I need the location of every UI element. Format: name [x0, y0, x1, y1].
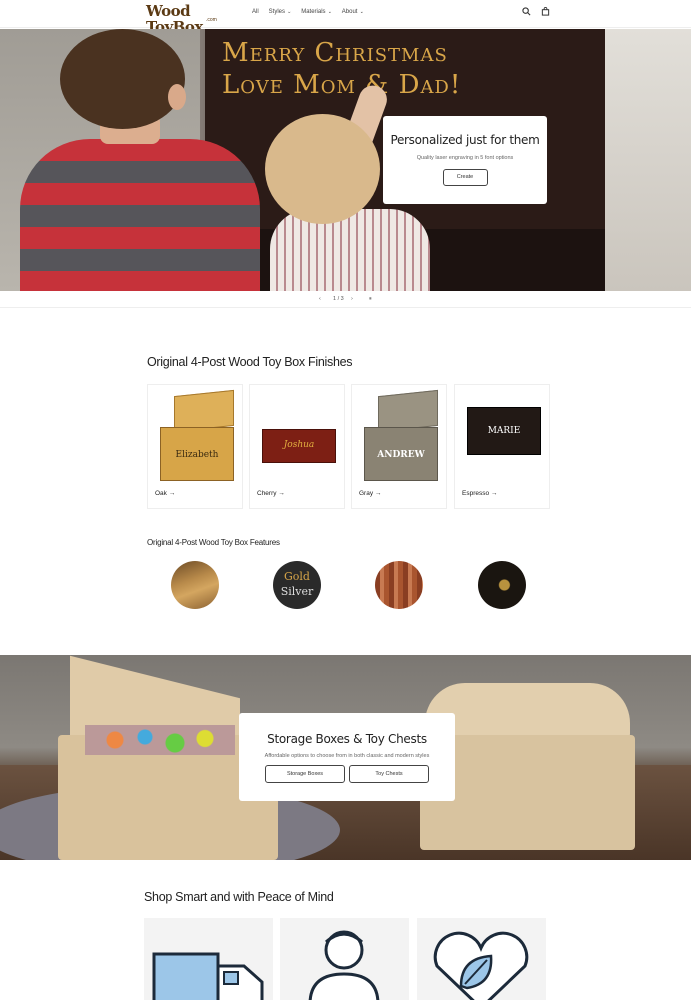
product-card-espresso[interactable]: MARIE Espresso → — [454, 384, 550, 509]
cart-icon[interactable] — [541, 7, 550, 16]
pause-button[interactable]: ⏸ — [369, 296, 372, 303]
site-logo[interactable]: Wood ToyBox .com — [146, 3, 238, 35]
toy-chests-button[interactable]: Toy Chests — [349, 765, 429, 783]
hero-title: Personalized just for them — [390, 133, 540, 147]
product-label[interactable]: Espresso → — [462, 490, 497, 497]
product-card-cherry[interactable]: Joshua Cherry → — [249, 384, 345, 509]
feature-hinge-image — [478, 561, 526, 609]
slideshow-controls: ‹ 1 / 3 › ⏸ — [0, 292, 691, 308]
menu-item-all[interactable]: All — [252, 9, 259, 15]
toy-box-image: Elizabeth — [156, 389, 236, 481]
product-label[interactable]: Gray → — [359, 490, 381, 497]
slide-counter: 1 / 3 — [333, 296, 344, 302]
logo-suffix: .com — [206, 17, 217, 23]
truck-icon — [152, 952, 264, 1000]
person-icon — [308, 930, 380, 1000]
product-card-oak[interactable]: Elizabeth Oak → — [147, 384, 243, 509]
prev-slide-button[interactable]: ‹ — [319, 296, 321, 302]
eco-tile — [417, 918, 546, 1000]
shop-smart-heading: Shop Smart and with Peace of Mind — [144, 890, 334, 904]
feature-wood-corner-image — [171, 561, 219, 609]
feature-cedar-wood-image — [375, 561, 423, 609]
chevron-down-icon: ⌄ — [287, 9, 292, 15]
header-icons — [522, 7, 550, 16]
feature-gold-silver-image: Gold Silver — [273, 561, 321, 609]
menu-item-about[interactable]: About ⌄ — [342, 9, 364, 15]
create-button[interactable]: Create — [442, 169, 488, 186]
storage-card: Storage Boxes & Toy Chests Affordable op… — [239, 713, 455, 801]
support-tile — [280, 918, 409, 1000]
toy-box-image: MARIE — [463, 407, 543, 465]
search-icon[interactable] — [522, 7, 531, 16]
finishes-heading: Original 4-Post Wood Toy Box Finishes — [147, 355, 353, 369]
hero-banner: Merry Christmas Love Mom & Dad! — [0, 29, 691, 291]
child-figure — [20, 29, 260, 291]
chevron-down-icon: ⌄ — [327, 9, 332, 15]
chevron-down-icon: ⌄ — [359, 9, 364, 15]
toy-box-image: ANDREW — [360, 389, 440, 481]
main-menu: All Styles ⌄ Materials ⌄ About ⌄ — [252, 9, 364, 15]
shipping-tile — [144, 918, 273, 1000]
heart-leaf-icon — [433, 931, 529, 1000]
hero-subtitle: Quality laser engraving in 5 font option… — [416, 155, 514, 161]
storage-boxes-button[interactable]: Storage Boxes — [265, 765, 345, 783]
product-label[interactable]: Cherry → — [257, 490, 285, 497]
storage-title: Storage Boxes & Toy Chests — [267, 732, 427, 746]
product-card-gray[interactable]: ANDREW Gray → — [351, 384, 447, 509]
menu-item-materials[interactable]: Materials ⌄ — [301, 9, 332, 15]
top-nav: Wood ToyBox .com All Styles ⌄ Materials ⌄ … — [0, 0, 691, 35]
next-slide-button[interactable]: › — [351, 296, 353, 302]
features-heading: Original 4-Post Wood Toy Box Features — [147, 538, 280, 547]
hero-card: Personalized just for them Quality laser… — [383, 116, 547, 204]
toy-box-image: Joshua — [258, 407, 338, 465]
storage-subtitle: Affordable options to choose from in bot… — [264, 753, 430, 759]
product-label[interactable]: Oak → — [155, 490, 175, 497]
menu-item-styles[interactable]: Styles ⌄ — [269, 9, 292, 15]
